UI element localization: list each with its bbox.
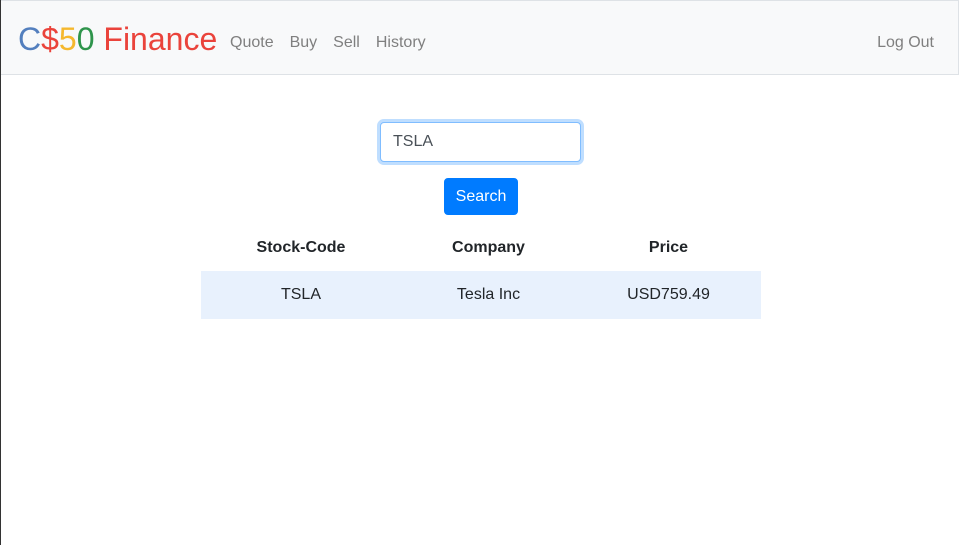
- stock-symbol-input[interactable]: [380, 122, 581, 162]
- search-button[interactable]: Search: [444, 178, 518, 215]
- header-company: Company: [452, 238, 525, 256]
- brand-digit-0: 0: [76, 21, 95, 57]
- nav-link-buy[interactable]: Buy: [290, 31, 318, 55]
- cell-price: USD759.49: [576, 271, 761, 319]
- table-row: TSLA Tesla Inc USD759.49: [201, 271, 761, 319]
- brand-word-finance: Finance: [94, 21, 218, 57]
- cell-stock-code: TSLA: [201, 271, 401, 319]
- brand-digit-5: 5: [58, 21, 77, 57]
- table-header-row: Stock-Code Company Price: [201, 224, 761, 271]
- navbar: C$50 Finance Quote Buy Sell History Log …: [1, 0, 959, 75]
- logout-link[interactable]: Log Out: [877, 31, 934, 55]
- header-stock-code: Stock-Code: [256, 238, 346, 256]
- nav-link-quote[interactable]: Quote: [230, 31, 274, 55]
- header-price: Price: [648, 238, 689, 256]
- brand-dollar-sign: $: [41, 21, 59, 57]
- nav-link-history[interactable]: History: [376, 31, 426, 55]
- cell-company: Tesla Inc: [401, 271, 576, 319]
- nav-links: Quote Buy Sell History: [230, 31, 442, 55]
- nav-link-sell[interactable]: Sell: [333, 31, 360, 55]
- brand-logo-link[interactable]: C$50 Finance: [18, 19, 217, 59]
- page: C$50 Finance Quote Buy Sell History Log …: [0, 0, 959, 545]
- brand-letter-c: C: [18, 21, 42, 57]
- quote-results-table: Stock-Code Company Price TSLA Tesla Inc …: [201, 224, 761, 319]
